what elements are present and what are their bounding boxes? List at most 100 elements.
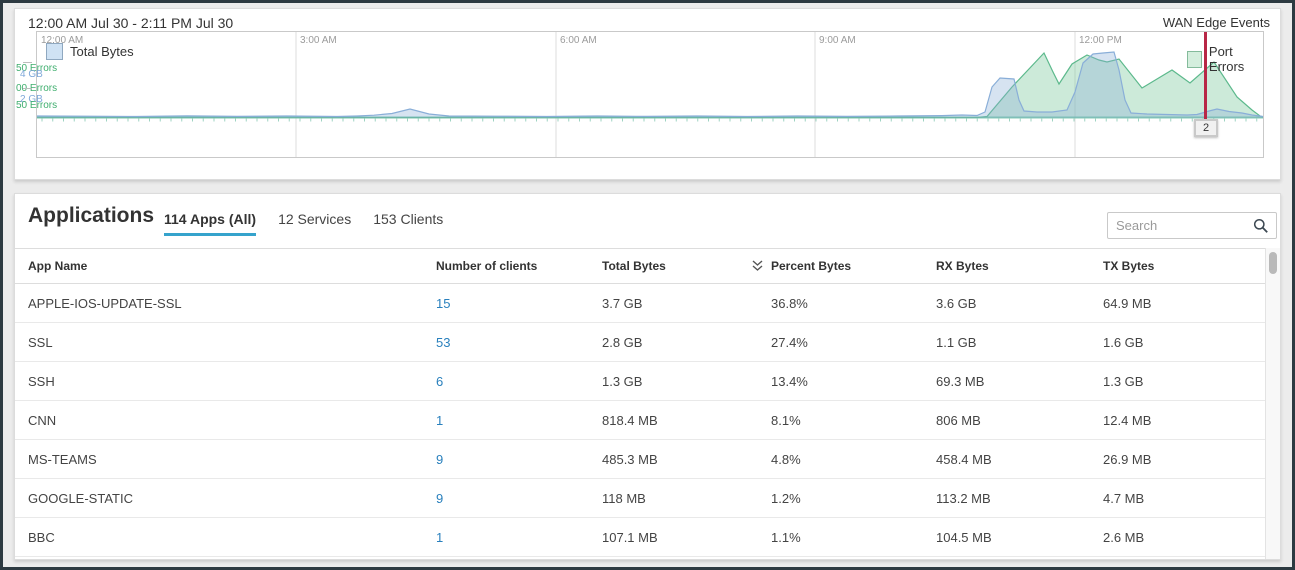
axis-tick-dash [23,62,32,63]
event-count-badge[interactable]: 2 [1194,119,1218,137]
col-header-tx-bytes[interactable]: TX Bytes [1103,259,1265,273]
app-name-cell: CNN [15,413,436,428]
applications-card: Applications 114 Apps (All)12 Services15… [14,193,1281,560]
clients-cell: 1 [436,530,602,545]
table-row[interactable]: GOOGLE-STATIC9 118 MB 1.2% 113.2 MB4.7 MB [15,479,1265,518]
col-header-total-bytes[interactable]: Total Bytes [602,259,751,273]
app-name-cell: BBC [15,530,436,545]
percent-bytes-value: 8.1% [771,413,801,428]
total-bytes-swatch-icon [46,43,63,60]
rx-bytes-cell: 1.1 GB [936,335,1103,350]
app-name-cell: MS-TEAMS [15,452,436,467]
total-bytes-cell: 2.8 GB [602,335,751,350]
clients-count-link[interactable]: 9 [436,452,443,467]
percent-bytes-cell: 36.8% [751,296,936,311]
clients-count-link[interactable]: 53 [436,335,450,350]
percent-bytes-cell: 27.4% [751,335,936,350]
wan-insights-chart-card: 12:00 AM Jul 30 - 2:11 PM Jul 30 WAN Edg… [14,8,1281,180]
applications-title: Applications [28,204,154,228]
percent-bytes-value: 36.8% [771,296,808,311]
legend-total-bytes[interactable]: Total Bytes [46,43,134,60]
tx-bytes-cell: 26.9 MB [1103,452,1265,467]
rx-bytes-cell: 113.2 MB [936,491,1103,506]
search-input[interactable] [1108,218,1253,233]
clients-cell: 1 [436,413,602,428]
port-errors-swatch-icon [1187,51,1202,68]
table-row[interactable]: BBC1 107.1 MB 1.1% 104.5 MB2.6 MB [15,518,1265,557]
table-row[interactable]: APPLE-IOS-UPDATE-SSL153.7 GB36.8%3.6 GB6… [15,284,1265,323]
search-icon[interactable] [1253,218,1269,234]
tx-bytes-cell: 1.3 GB [1103,374,1265,389]
time-tick-label: 12:00 PM [1079,35,1122,46]
tx-bytes-cell: 2.6 MB [1103,530,1265,545]
scrollbar-thumb[interactable] [1269,252,1277,274]
time-range-title: 12:00 AM Jul 30 - 2:11 PM Jul 30 [28,15,233,31]
clients-count-link[interactable]: 1 [436,413,443,428]
percent-bytes-cell: 1.1% [751,530,936,545]
tab-apps-all[interactable]: 114 Apps (All) [164,211,256,236]
app-name-cell: SSH [15,374,436,389]
legend-port-label: Port Errors [1209,44,1263,74]
table-scrollbar[interactable] [1265,248,1280,559]
clients-cell: 6 [436,374,602,389]
port-errors-axis-label: 50 Errors [16,100,57,111]
table-row[interactable]: MS-TEAMS9 485.3 MB4.8%458.4 MB26.9 MB [15,440,1265,479]
legend-total-label: Total Bytes [70,44,134,59]
bytes-axis-label: 4 GB [20,69,43,80]
percent-bytes-value: 1.2% [771,491,801,506]
col-header-rx-bytes[interactable]: RX Bytes [936,259,1103,273]
rx-bytes-cell: 458.4 MB [936,452,1103,467]
axis-tick-dash [23,88,32,89]
percent-bytes-value: 1.1% [771,530,801,545]
clients-count-link[interactable]: 6 [436,374,443,389]
percent-bytes-value: 27.4% [771,335,808,350]
app-name-cell: SSL [15,335,436,350]
total-bytes-cell: 818.4 MB [602,413,751,428]
clients-count-link[interactable]: 15 [436,296,450,311]
tx-bytes-cell: 4.7 MB [1103,491,1265,506]
time-tick-label: 9:00 AM [819,35,856,46]
timeseries-chart[interactable]: 12:00 AM3:00 AM6:00 AM9:00 AM12:00 PM 50… [36,31,1264,158]
total-bytes-cell: 1.3 GB [602,374,751,389]
time-tick-label: 6:00 AM [560,35,597,46]
table-row[interactable]: CNN1818.4 MB8.1%806 MB12.4 MB [15,401,1265,440]
col-header-percent-bytes[interactable]: Percent Bytes [751,259,936,273]
percent-bytes-label: Percent Bytes [771,259,851,273]
clients-count-link[interactable]: 1 [436,530,443,545]
total-bytes-cell: 107.1 MB [602,530,751,545]
event-marker-line[interactable] [1204,32,1207,121]
chart-titlebar: 12:00 AM Jul 30 - 2:11 PM Jul 30 WAN Edg… [15,9,1280,31]
percent-bytes-cell: 8.1% [751,413,936,428]
tab-services[interactable]: 12 Services [278,211,351,236]
rx-bytes-cell: 104.5 MB [936,530,1103,545]
col-header-number-of-clients[interactable]: Number of clients [436,259,602,273]
percent-bytes-cell: 13.4% [751,374,936,389]
app-name-cell: APPLE-IOS-UPDATE-SSL [15,296,436,311]
total-bytes-cell: 3.7 GB [602,296,751,311]
legend-port-errors[interactable]: Port Errors [1187,44,1263,74]
table-row[interactable]: SSH61.3 GB13.4%69.3 MB1.3 GB [15,362,1265,401]
col-header-app-name[interactable]: App Name [15,259,436,273]
percent-bytes-cell: 4.8% [751,452,936,467]
dashboard-page: 12:00 AM Jul 30 - 2:11 PM Jul 30 WAN Edg… [3,3,1292,567]
tab-clients[interactable]: 153 Clients [373,211,443,236]
wan-edge-events-label: WAN Edge Events [1163,15,1270,30]
applications-tabs: 114 Apps (All) 12 Services 153 Clients [164,211,443,236]
search-box [1107,212,1277,239]
rx-bytes-cell: 806 MB [936,413,1103,428]
chart-canvas[interactable] [37,32,1263,157]
time-tick-label: 3:00 AM [300,35,337,46]
app-name-cell: GOOGLE-STATIC [15,491,436,506]
sort-descending-icon[interactable] [751,260,764,272]
clients-cell: 53 [436,335,602,350]
total-bytes-cell: 118 MB [602,491,751,506]
percent-bytes-cell: 1.2% [751,491,936,506]
clients-cell: 9 [436,491,602,506]
total-bytes-cell: 485.3 MB [602,452,751,467]
table-header-row: App Name Number of clients Total Bytes P… [15,248,1265,284]
rx-bytes-cell: 3.6 GB [936,296,1103,311]
table-row[interactable]: SSL532.8 GB27.4%1.1 GB1.6 GB [15,323,1265,362]
clients-count-link[interactable]: 9 [436,491,443,506]
percent-bytes-value: 13.4% [771,374,808,389]
screen: 12:00 AM Jul 30 - 2:11 PM Jul 30 WAN Edg… [0,0,1295,570]
